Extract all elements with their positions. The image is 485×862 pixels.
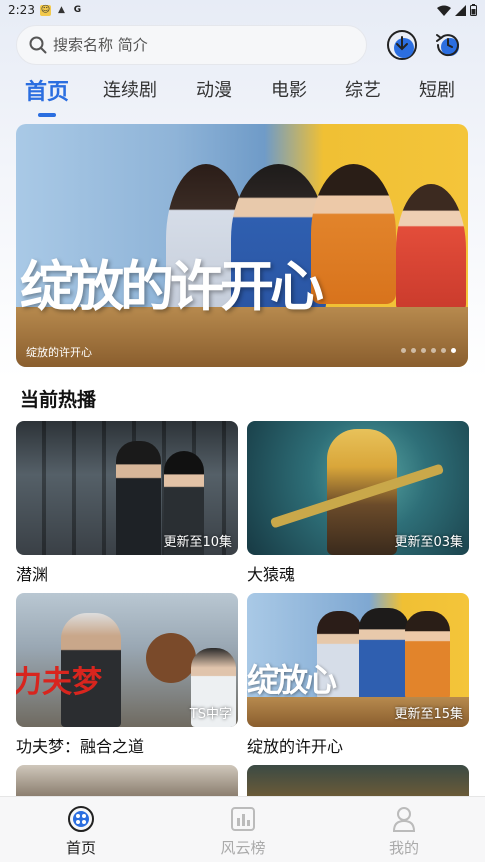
video-thumbnail[interactable]: 更新至03集	[247, 421, 469, 555]
carousel-dot[interactable]	[441, 348, 446, 353]
carousel-dots	[401, 348, 456, 353]
search-bar[interactable]	[16, 25, 367, 65]
episode-badge: 更新至03集	[394, 535, 463, 550]
download-button[interactable]	[386, 29, 418, 61]
carousel-dot[interactable]	[401, 348, 406, 353]
thumbnail-figure	[405, 611, 450, 701]
nav-profile-label: 我的	[388, 839, 419, 857]
video-thumbnail[interactable]: 绽放心 更新至15集	[247, 593, 469, 727]
quality-badge: TS中字	[189, 707, 232, 722]
section-title: 当前热播	[20, 389, 97, 411]
thumbnail-title-art: 绽放心	[247, 661, 337, 699]
episode-badge: 更新至15集	[394, 707, 463, 722]
thumbnail-ball	[146, 633, 196, 683]
carousel-dot[interactable]	[431, 348, 436, 353]
status-bar: 2:23 ☺ ▲ G	[0, 0, 485, 20]
thumbnail-figure	[359, 608, 409, 703]
battery-icon	[470, 4, 477, 16]
nav-ranking[interactable]: 风云榜	[203, 805, 283, 858]
video-card[interactable]: 绽放心 更新至15集 绽放的许开心	[247, 593, 469, 757]
video-title[interactable]: 功夫梦：融合之道	[16, 733, 238, 757]
episode-badge: 更新至10集	[163, 535, 232, 550]
tab-series[interactable]: 连续剧	[103, 76, 157, 102]
thumbnail-title-art: 力夫梦	[16, 665, 102, 700]
video-thumbnail[interactable]: 力夫梦 TS中字	[16, 593, 238, 727]
status-time: 2:23	[8, 3, 35, 17]
nav-home-label: 首页	[65, 839, 96, 857]
carousel-dot-active[interactable]	[451, 348, 456, 353]
category-tabs: 首页 连续剧 动漫 电影 综艺 短剧	[0, 76, 485, 116]
tab-shorts[interactable]: 短剧	[419, 76, 455, 102]
tab-indicator	[38, 113, 56, 117]
tab-anime[interactable]: 动漫	[196, 76, 232, 102]
google-icon: G	[73, 5, 82, 15]
featured-banner[interactable]: 绽放的许开心 绽放的许开心	[16, 124, 468, 367]
nav-home[interactable]: 首页	[41, 805, 121, 858]
video-card-partial[interactable]	[247, 765, 469, 796]
video-title[interactable]: 绽放的许开心	[247, 733, 469, 757]
chart-icon	[231, 807, 255, 831]
banner-figure	[396, 184, 466, 314]
video-card[interactable]: 力夫梦 TS中字 功夫梦：融合之道	[16, 593, 238, 757]
notification-app-icon: ☺	[39, 4, 51, 16]
video-card[interactable]: 更新至03集 大猿魂	[247, 421, 469, 585]
banner-figure	[311, 164, 396, 304]
android-icon: ▲	[57, 5, 65, 15]
video-title[interactable]: 大猿魂	[247, 561, 469, 585]
history-icon	[436, 34, 459, 57]
home-icon	[68, 806, 94, 832]
search-input[interactable]	[53, 36, 343, 54]
thumbnail-figure	[116, 441, 161, 555]
video-card[interactable]: 更新至10集 潜渊	[16, 421, 238, 585]
tab-home[interactable]: 首页	[25, 74, 69, 106]
video-thumbnail[interactable]: 更新至10集	[16, 421, 238, 555]
download-icon	[387, 30, 417, 60]
nav-profile[interactable]: 我的	[364, 805, 444, 858]
video-card-partial[interactable]	[16, 765, 238, 796]
banner-caption: 绽放的许开心	[26, 346, 92, 359]
video-title[interactable]: 潜渊	[16, 561, 238, 585]
tab-variety[interactable]: 综艺	[345, 76, 381, 102]
search-icon	[29, 36, 47, 54]
history-button[interactable]	[432, 29, 464, 61]
carousel-dot[interactable]	[411, 348, 416, 353]
signal-icon	[455, 4, 466, 16]
bottom-navigation: 首页 风云榜 我的	[0, 796, 485, 862]
tab-movies[interactable]: 电影	[271, 76, 307, 102]
profile-icon	[392, 807, 416, 832]
wifi-icon	[437, 5, 451, 16]
banner-title-art: 绽放的许开心	[20, 254, 324, 318]
nav-ranking-label: 风云榜	[220, 839, 266, 857]
carousel-dot[interactable]	[421, 348, 426, 353]
